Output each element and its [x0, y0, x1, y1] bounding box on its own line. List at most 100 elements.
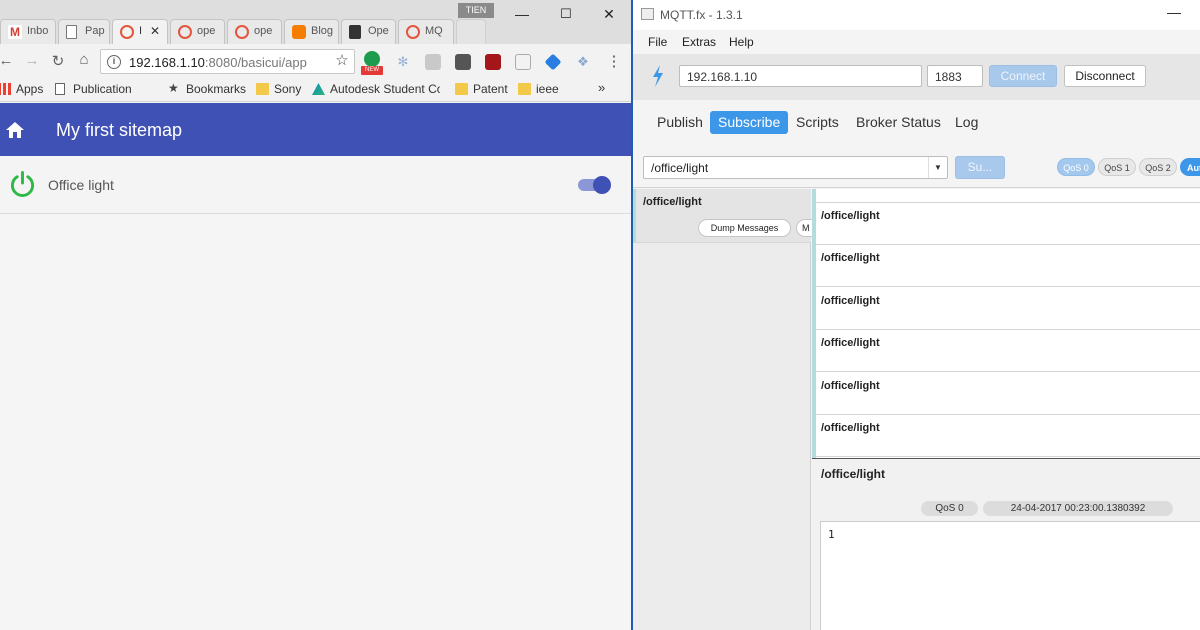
bookmark-publication[interactable]: Publication [55, 82, 132, 96]
connection-bar: 192.168.1.10 1883 Connect Disconnect [633, 54, 1200, 100]
minimize-icon[interactable]: — [1167, 4, 1181, 20]
close-icon[interactable]: ✕ [150, 24, 160, 38]
tab-publish[interactable]: Publish [649, 111, 711, 134]
broker-address-field[interactable]: 192.168.1.10 [679, 65, 922, 87]
bookmark-ieee[interactable]: ieee [518, 82, 559, 96]
minimize-icon[interactable]: — [512, 6, 532, 22]
tab-gmail[interactable]: M Inbo [0, 19, 56, 44]
back-icon[interactable]: ← [0, 52, 16, 69]
topic-combobox[interactable]: /office/light ▼ [643, 156, 948, 179]
grammarly-icon[interactable] [364, 51, 380, 67]
selection-accent [812, 189, 816, 458]
bookmark-autodesk[interactable]: Autodesk Student Cor [312, 82, 440, 96]
disconnect-button[interactable]: Disconnect [1064, 65, 1146, 87]
tab-broker-status[interactable]: Broker Status [848, 111, 949, 134]
profile-badge[interactable]: TIEN [458, 3, 494, 18]
subscribe-button[interactable]: Su... [955, 156, 1005, 179]
list-item[interactable]: /office/light Dump Messages M [633, 189, 820, 243]
list-item[interactable] [816, 189, 1200, 203]
notes-icon[interactable] [515, 54, 531, 70]
tab-paper[interactable]: Pap [58, 19, 110, 44]
menu-help[interactable]: Help [729, 35, 754, 49]
snowflake-icon[interactable]: ✻ [395, 54, 411, 70]
new-tab-button[interactable] [456, 19, 486, 44]
autoscroll-button[interactable]: Aut [1180, 158, 1200, 176]
star-icon: ★ [168, 81, 179, 95]
diamond-icon[interactable] [544, 53, 562, 71]
list-item[interactable]: /office/light [816, 203, 1200, 245]
tab-label: Ope [368, 25, 389, 37]
address-bar[interactable]: i 192.168.1.10:8080/basicui/app [100, 49, 355, 74]
sitemap-header: My first sitemap [0, 103, 632, 156]
bookmark-sony[interactable]: Sony [256, 82, 301, 96]
home-icon[interactable]: ⌂ [74, 51, 94, 68]
lightning-icon [653, 65, 663, 87]
pocket-icon[interactable] [455, 54, 471, 70]
url-text[interactable]: 192.168.1.10:8080/basicui/app [129, 55, 307, 70]
qos1-button[interactable]: QoS 1 [1098, 158, 1136, 176]
mendeley-icon[interactable] [485, 54, 501, 70]
bookmark-apps[interactable]: Apps [0, 82, 43, 96]
qos2-button[interactable]: QoS 2 [1139, 158, 1177, 176]
dump-messages-button[interactable]: Dump Messages [698, 219, 791, 237]
tab-book[interactable]: Ope [341, 19, 396, 44]
menu-icon[interactable]: ⋮ [604, 52, 624, 70]
menu-file[interactable]: File [648, 35, 667, 49]
list-item[interactable]: /office/light [816, 415, 1200, 457]
message-topic: /office/light [821, 337, 880, 349]
tab-openhab-2[interactable]: ope [170, 19, 225, 44]
list-item[interactable]: /office/light [816, 330, 1200, 372]
info-icon[interactable]: i [107, 55, 121, 69]
menu-extras[interactable]: Extras [682, 35, 716, 49]
list-item[interactable]: /office/light [816, 245, 1200, 287]
tab-scripts[interactable]: Scripts [788, 111, 847, 134]
chevron-down-icon[interactable]: ▼ [928, 157, 947, 178]
shield-icon[interactable] [425, 54, 441, 70]
folder-icon [256, 83, 269, 95]
bookmark-patent[interactable]: Patent [455, 82, 508, 96]
subscribed-topics-list: /office/light Dump Messages M [633, 189, 820, 630]
home-icon[interactable] [5, 121, 25, 139]
book-icon [349, 25, 361, 39]
page-title: My first sitemap [56, 120, 183, 140]
tab-mqtt[interactable]: MQ [398, 19, 454, 44]
more-bookmarks-icon[interactable]: » [598, 80, 605, 95]
list-item[interactable]: /office/light [816, 373, 1200, 415]
item-label: Office light [48, 177, 114, 193]
forward-icon[interactable]: → [22, 52, 42, 69]
light-toggle[interactable] [578, 176, 612, 194]
star-icon[interactable]: ☆ [332, 51, 352, 69]
bookmark-label: Patent [473, 82, 508, 96]
desktop: M Inbo Pap I ✕ ope ope Blog Ope MQ TIEN … [0, 0, 1200, 630]
payload-area[interactable]: 1 [820, 521, 1200, 630]
close-window-icon[interactable]: ✕ [599, 6, 619, 23]
bookmark-label: Sony [274, 82, 302, 96]
tab-label: Inbo [27, 25, 49, 37]
tab-log[interactable]: Log [947, 111, 986, 134]
message-list: /office/light /office/light /office/ligh… [812, 189, 1200, 458]
dropbox-icon[interactable]: ❖ [575, 54, 591, 70]
qos0-button[interactable]: QoS 0 [1057, 158, 1095, 176]
gmail-icon: M [8, 25, 22, 39]
topic-value: /office/light [651, 161, 709, 175]
tab-openhab-active[interactable]: I ✕ [112, 19, 168, 45]
browser-toolbar: ← → ↻ ⌂ i 192.168.1.10:8080/basicui/app … [0, 44, 632, 78]
url-host: 192.168.1.10 [129, 55, 205, 70]
list-item[interactable]: /office/light [816, 288, 1200, 330]
broker-port-field[interactable]: 1883 [927, 65, 983, 87]
tab-label: ope [197, 25, 216, 37]
bookmark-bookmarks[interactable]: ★ Bookmarks [168, 81, 246, 96]
tab-openhab-3[interactable]: ope [227, 19, 282, 44]
payload-text: 1 [828, 528, 835, 541]
power-icon [10, 170, 35, 197]
subscribe-bar: /office/light ▼ Su... QoS 0 QoS 1 QoS 2 … [633, 146, 1200, 188]
tab-label: MQ [425, 25, 443, 37]
reload-icon[interactable]: ↻ [48, 52, 68, 70]
maximize-icon[interactable]: ☐ [556, 6, 576, 22]
message-detail: /office/light QoS 0 24-04-2017 00:23:00.… [812, 458, 1200, 630]
connect-button[interactable]: Connect [989, 65, 1057, 87]
openhab-icon [406, 25, 420, 39]
openhab-icon [235, 25, 249, 39]
tab-subscribe[interactable]: Subscribe [710, 111, 789, 134]
tab-blogger[interactable]: Blog [284, 19, 339, 44]
